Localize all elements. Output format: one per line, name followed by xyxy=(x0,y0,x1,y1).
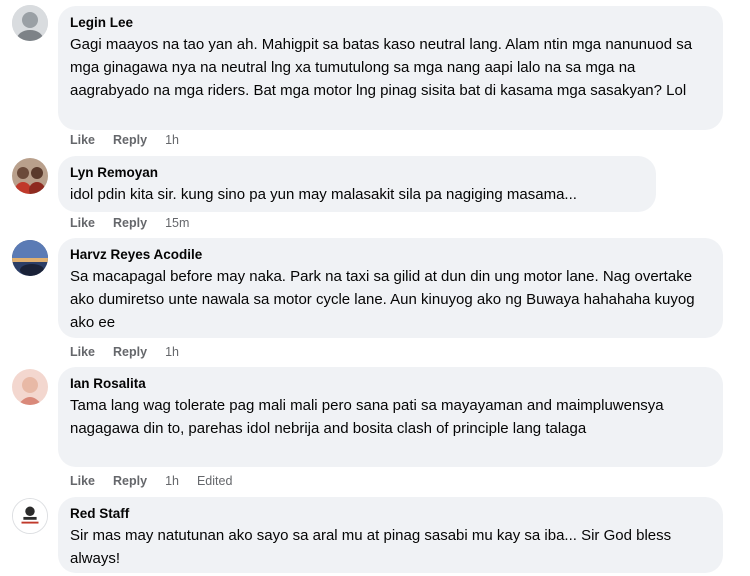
comment-bubble: Legin Lee Gagi maayos na tao yan ah. Mah… xyxy=(58,6,723,130)
comment-timestamp[interactable]: 1h xyxy=(165,344,179,360)
comment-actions: Like Reply 1h Edited xyxy=(70,473,232,489)
comment-text: Tama lang wag tolerate pag mali mali per… xyxy=(70,397,664,437)
like-button[interactable]: Like xyxy=(70,473,95,489)
comment-text: Sir mas may natutunan ako sayo sa aral m… xyxy=(70,527,672,567)
reply-button[interactable]: Reply xyxy=(113,473,147,489)
comment-author[interactable]: Lyn Remoyan xyxy=(70,164,644,181)
comment-text: Gagi maayos na tao yan ah. Mahigpit sa b… xyxy=(70,36,693,99)
like-button[interactable]: Like xyxy=(70,344,95,360)
comment-actions: Like Reply 1h xyxy=(70,344,179,360)
comment-timestamp[interactable]: 15m xyxy=(165,215,189,231)
comment-actions: Like Reply 15m xyxy=(70,215,189,231)
comment-author[interactable]: Harvz Reyes Acodile xyxy=(70,246,711,263)
avatar[interactable] xyxy=(12,498,48,534)
avatar[interactable] xyxy=(12,5,48,41)
reply-button[interactable]: Reply xyxy=(113,132,147,148)
like-button[interactable]: Like xyxy=(70,215,95,231)
edited-label: Edited xyxy=(196,474,233,488)
comment-timestamp[interactable]: 1h xyxy=(165,473,179,489)
avatar[interactable] xyxy=(12,158,48,194)
reply-button[interactable]: Reply xyxy=(113,344,147,360)
avatar[interactable] xyxy=(12,369,48,405)
like-button[interactable]: Like xyxy=(70,132,95,148)
reply-button[interactable]: Reply xyxy=(113,215,147,231)
comment-author[interactable]: Red Staff xyxy=(70,505,711,522)
comment-text: Sa macapagal before may naka. Park na ta… xyxy=(70,268,695,331)
comment-bubble: Red Staff Sir mas may natutunan ako sayo… xyxy=(58,497,723,573)
comment-bubble: Harvz Reyes Acodile Sa macapagal before … xyxy=(58,238,723,338)
comment-bubble: Lyn Remoyan idol pdin kita sir. kung sin… xyxy=(58,156,656,212)
comment-author[interactable]: Legin Lee xyxy=(70,14,711,31)
comment-bubble: Ian Rosalita Tama lang wag tolerate pag … xyxy=(58,367,723,467)
comment-actions: Like Reply 1h xyxy=(70,132,179,148)
comment-author[interactable]: Ian Rosalita xyxy=(70,375,711,392)
avatar[interactable] xyxy=(12,240,48,276)
comment-text: idol pdin kita sir. kung sino pa yun may… xyxy=(70,186,577,203)
comment-timestamp[interactable]: 1h xyxy=(165,132,179,148)
